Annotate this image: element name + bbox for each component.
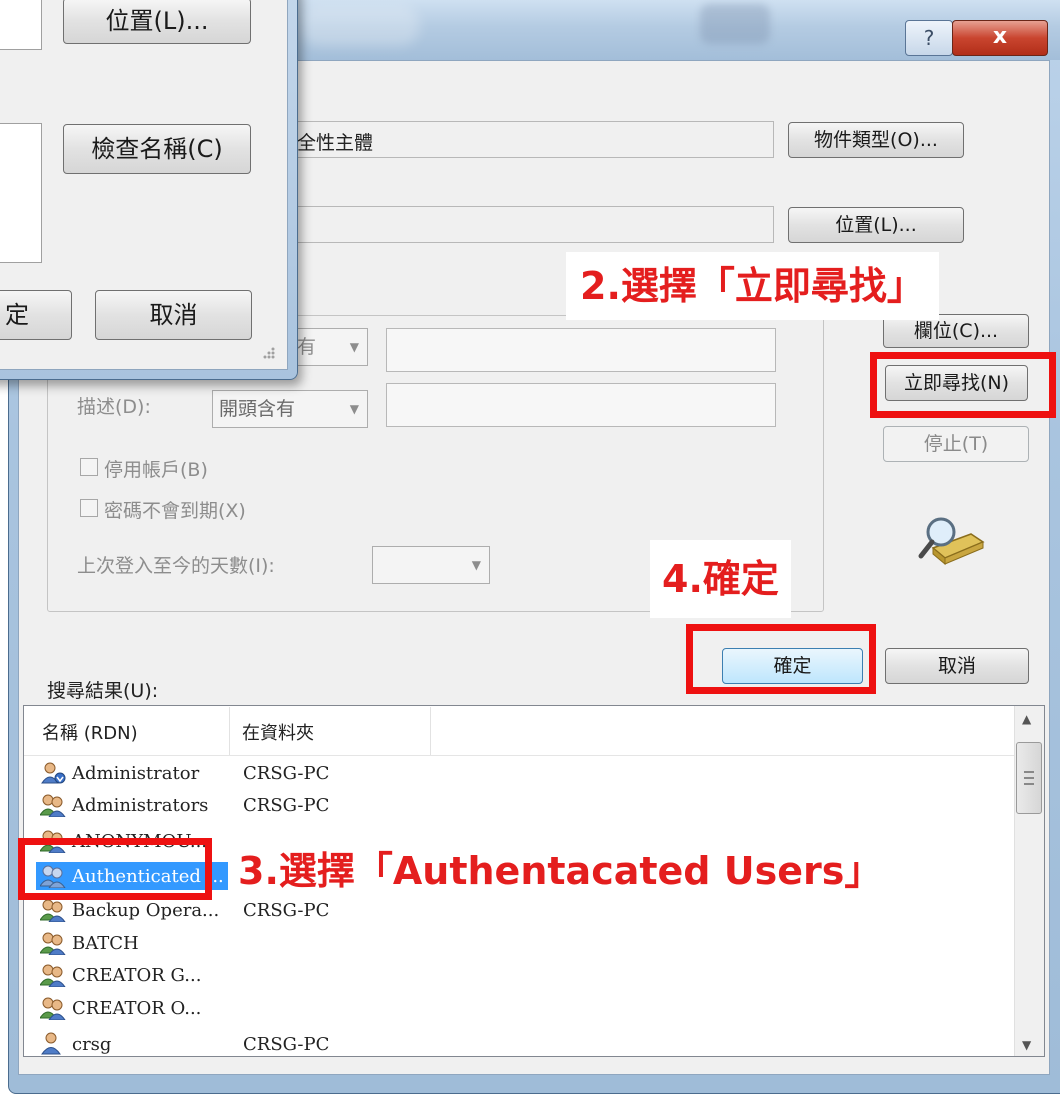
results-list-header xyxy=(24,706,1014,756)
non-expiring-password-label: 密碼不會到期(X) xyxy=(104,500,246,522)
name-match-combo[interactable]: 有 ▼ xyxy=(290,328,368,366)
chevron-down-icon: ▼ xyxy=(349,402,359,416)
user-icon xyxy=(40,761,66,785)
list-item-folder: CRSG-PC xyxy=(243,763,330,784)
list-item-name[interactable]: Backup Opera... xyxy=(72,900,219,921)
description-match-combo[interactable]: 開頭含有 ▼ xyxy=(212,390,368,428)
description-label: 描述(D): xyxy=(77,396,151,418)
list-item-name[interactable]: BATCH xyxy=(72,933,139,954)
name-match-value: 有 xyxy=(297,336,317,358)
days-since-login-label: 上次登入至今的天數(I): xyxy=(77,555,275,577)
disabled-accounts-label: 停用帳戶(B) xyxy=(104,459,208,481)
column-header-folder[interactable]: 在資料夾 xyxy=(242,719,314,745)
front-object-names-input[interactable] xyxy=(0,123,42,263)
list-item-folder: CRSG-PC xyxy=(243,1034,330,1055)
front-locations-button[interactable]: 位置(L)... xyxy=(63,0,251,44)
days-since-login-combo[interactable]: ▼ xyxy=(372,546,490,584)
scrollbar-thumb[interactable] xyxy=(1016,742,1042,814)
stop-button[interactable]: 停止(T) xyxy=(883,426,1029,462)
group-icon xyxy=(39,898,66,923)
find-now-highlight xyxy=(870,352,1056,418)
list-item-name[interactable]: crsg xyxy=(72,1034,111,1055)
group-icon xyxy=(39,931,66,956)
scroll-down-icon[interactable]: ▼ xyxy=(1022,1038,1031,1052)
resize-grip-icon[interactable] xyxy=(260,344,276,360)
list-item-name[interactable]: Administrators xyxy=(72,795,208,816)
description-query-input[interactable] xyxy=(386,383,776,427)
help-button[interactable]: ? xyxy=(905,20,953,56)
search-magnifier-icon xyxy=(915,512,985,570)
check-names-button[interactable]: 檢查名稱(C) xyxy=(63,124,251,174)
step2-callout: 2.選擇「立即尋找」 xyxy=(566,252,939,320)
non-expiring-password-checkbox[interactable] xyxy=(80,499,98,517)
description-match-value: 開頭含有 xyxy=(219,398,296,420)
disabled-accounts-checkbox[interactable] xyxy=(80,458,98,476)
search-results-label: 搜尋結果(U): xyxy=(47,680,159,702)
cancel-button[interactable]: 取消 xyxy=(885,648,1029,684)
step3-callout: 3.選擇「Authentacated Users」 xyxy=(228,840,893,902)
chevron-down-icon: ▼ xyxy=(471,558,481,572)
authenticated-users-highlight xyxy=(18,838,212,900)
column-divider[interactable] xyxy=(229,707,230,755)
step4-callout: 4.確定 xyxy=(650,540,791,618)
group-icon xyxy=(39,963,66,988)
front-object-name-box xyxy=(0,0,42,50)
group-icon xyxy=(39,996,66,1021)
close-button[interactable]: x xyxy=(952,20,1048,56)
column-header-name[interactable]: 名稱 (RDN) xyxy=(42,719,138,745)
ok-button-highlight xyxy=(686,624,876,694)
column-divider[interactable] xyxy=(430,707,431,755)
user-icon xyxy=(40,1031,66,1055)
scroll-up-icon[interactable]: ▲ xyxy=(1022,712,1031,726)
chevron-down-icon: ▼ xyxy=(349,340,359,354)
titlebar-glare xyxy=(700,4,770,44)
object-types-button[interactable]: 物件類型(O)... xyxy=(788,122,964,158)
list-item-name[interactable]: CREATOR O... xyxy=(72,998,201,1019)
object-type-value: 全性主體 xyxy=(297,132,374,154)
group-icon xyxy=(39,793,66,818)
list-item-folder: CRSG-PC xyxy=(243,900,330,921)
name-query-input[interactable] xyxy=(386,328,776,372)
front-ok-button[interactable]: 定 xyxy=(0,290,72,340)
locations-button[interactable]: 位置(L)... xyxy=(788,207,964,243)
list-item-folder: CRSG-PC xyxy=(243,795,330,816)
location-field xyxy=(290,206,774,243)
object-type-field: 全性主體 xyxy=(290,121,774,158)
titlebar-glare xyxy=(300,6,420,46)
list-item-name[interactable]: Administrator xyxy=(72,763,199,784)
front-cancel-button[interactable]: 取消 xyxy=(95,290,252,340)
list-item-name[interactable]: CREATOR G... xyxy=(72,965,201,986)
